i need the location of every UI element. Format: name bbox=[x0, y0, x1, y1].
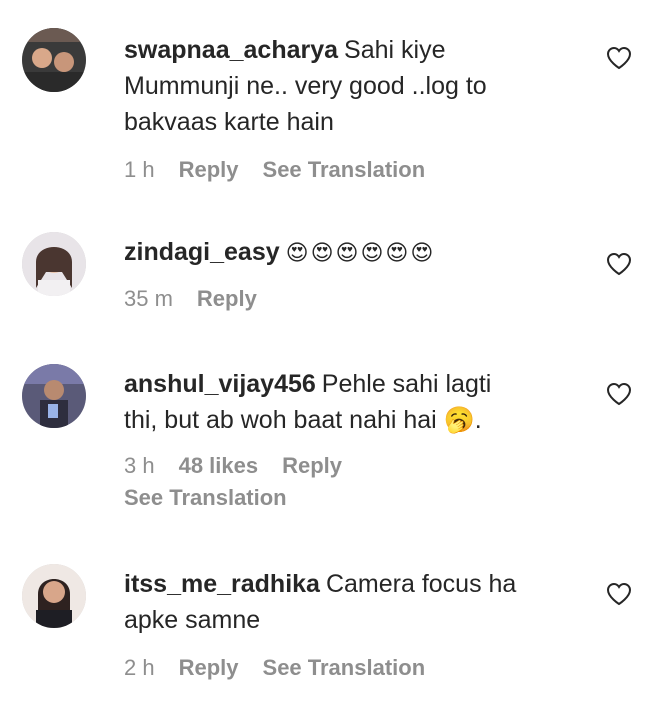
comment-text: itss_me_radhika Camera focus ha apke samn… bbox=[124, 566, 594, 638]
heart-outline-icon bbox=[606, 382, 632, 406]
comment-meta: See Translation bbox=[124, 482, 594, 514]
heart-outline-icon bbox=[606, 582, 632, 606]
comment-text-line: Camera focus ha bbox=[325, 570, 517, 598]
avatar[interactable] bbox=[22, 28, 86, 92]
comment-text: zindagi_easy 😍😍😍😍😍😍 bbox=[124, 234, 594, 271]
comment-username[interactable]: anshul_vijay456 bbox=[124, 370, 316, 398]
comment-meta: 1 h Reply See Translation bbox=[124, 154, 594, 186]
comment-text-line: Sahi kiye bbox=[344, 36, 446, 64]
comment-text: swapnaa_acharya Sahi kiye Mummunji ne.. v… bbox=[124, 32, 594, 140]
comment-text-line: 😍😍😍😍😍😍 bbox=[285, 240, 436, 265]
heart-outline-icon bbox=[606, 252, 632, 276]
comment-meta: 2 h Reply See Translation bbox=[124, 652, 594, 684]
see-translation-button[interactable]: See Translation bbox=[263, 655, 426, 680]
comment-time: 1 h bbox=[124, 157, 155, 182]
comment-text: anshul_vijay456 Pehle sahi lagti thi, but… bbox=[124, 366, 594, 438]
comment-time: 2 h bbox=[124, 655, 155, 680]
reply-button[interactable]: Reply bbox=[179, 157, 239, 182]
comment-text-line: Pehle sahi lagti bbox=[321, 370, 492, 398]
like-button[interactable] bbox=[606, 252, 632, 276]
see-translation-button[interactable]: See Translation bbox=[263, 157, 426, 182]
comment-meta: 3 h 48 likes Reply bbox=[124, 450, 594, 482]
comment-time: 35 m bbox=[124, 286, 173, 311]
comment-text-line: bakvaas karte hain bbox=[124, 108, 334, 136]
like-button[interactable] bbox=[606, 382, 632, 406]
see-translation-button[interactable]: See Translation bbox=[124, 485, 287, 510]
comment-text-line: Mummunji ne.. very good ..log to bbox=[124, 72, 487, 100]
comment-username[interactable]: zindagi_easy bbox=[124, 238, 280, 266]
heart-outline-icon bbox=[606, 46, 632, 70]
reply-button[interactable]: Reply bbox=[282, 453, 342, 478]
avatar[interactable] bbox=[22, 232, 86, 296]
comment-text-line: thi, but ab woh baat nahi hai 🥱. bbox=[124, 406, 482, 434]
comment-username[interactable]: swapnaa_acharya bbox=[124, 36, 338, 64]
reply-button[interactable]: Reply bbox=[197, 286, 257, 311]
avatar[interactable] bbox=[22, 564, 86, 628]
comment-text-line: apke samne bbox=[124, 606, 261, 634]
like-button[interactable] bbox=[606, 582, 632, 606]
comment-time: 3 h bbox=[124, 453, 155, 478]
comment-username[interactable]: itss_me_radhika bbox=[124, 570, 320, 598]
avatar[interactable] bbox=[22, 364, 86, 428]
comment-meta: 35 m Reply bbox=[124, 283, 594, 315]
reply-button[interactable]: Reply bbox=[179, 655, 239, 680]
likes-count[interactable]: 48 likes bbox=[179, 453, 259, 478]
like-button[interactable] bbox=[606, 46, 632, 70]
